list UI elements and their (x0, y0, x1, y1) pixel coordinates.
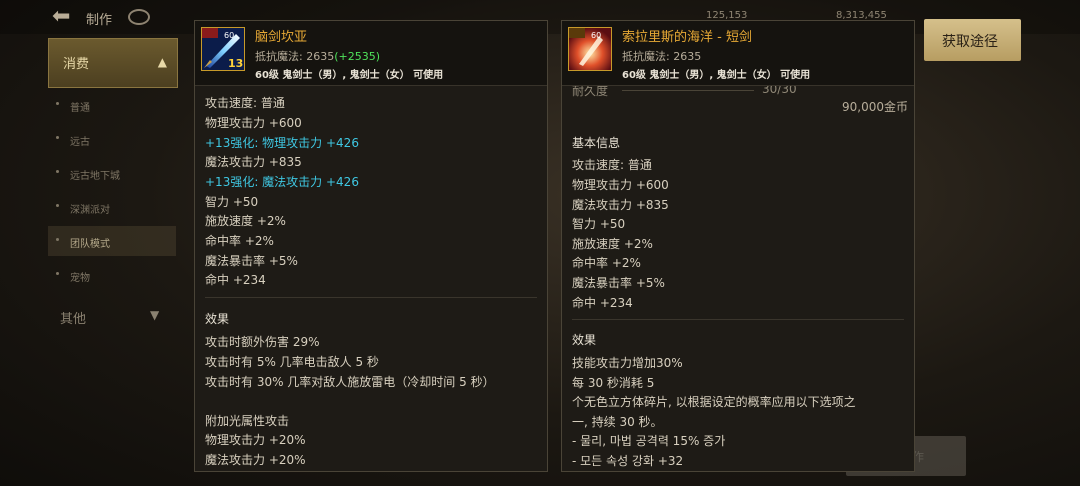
stat-line: 魔法攻击力 +835 (205, 155, 302, 169)
eye-icon[interactable] (128, 9, 150, 25)
sword-icon: 60 13 (201, 27, 245, 71)
sidebar-item[interactable]: 深渊派对 (48, 192, 176, 222)
effect-line: 攻击时有 5% 几率电击敌人 5 秒 (205, 355, 379, 369)
effect-line: 个无色立方体碎片, 以根据设定的概率应用以下选项之 (572, 395, 856, 409)
item-requirement: 60级 鬼剑士（男）, 鬼剑士（女） 可使用 (255, 70, 444, 81)
stat-line: 命中 +234 (205, 273, 266, 287)
stat-line: 魔法暴击率 +5% (572, 276, 665, 290)
durability-value: 30/30 (762, 86, 797, 96)
effect-line: 每 30 秒消耗 5 (572, 376, 655, 390)
svg-text:60: 60 (224, 31, 234, 40)
tooltip-header: 60 13 脑剑坎亚 抵抗魔法: 2635(+2535) 60级 鬼剑士（男）,… (195, 21, 547, 86)
stat-line: 魔法暴击率 +5% (205, 254, 298, 268)
item-name: 脑剑坎亚 (255, 30, 308, 45)
effect-line: 物理攻击力 +20% (205, 433, 306, 447)
divider (205, 297, 537, 298)
stat-line: 攻击速度: 普通 (205, 96, 285, 110)
tooltip-header: 60 索拉里斯的海洋 - 短剑 抵抗魔法: 2635 60级 鬼剑士（男）, 鬼… (562, 21, 914, 86)
effect-title: 效果 (572, 333, 597, 347)
resist-magic: 抵抗魔法: 2635(+2535) (255, 50, 380, 63)
item-requirement: 60级 鬼剑士（男）, 鬼剑士（女） 可使用 (622, 70, 811, 81)
item-tooltip-left: 60 13 脑剑坎亚 抵抗魔法: 2635(+2535) 60级 鬼剑士（男）,… (194, 20, 548, 472)
effect-line: 魔法攻击力 +20% (205, 453, 306, 467)
stat-line-enhance: +13强化: 魔法攻击力 +426 (205, 175, 359, 189)
resist-magic: 抵抗魔法: 2635 (622, 50, 702, 63)
sidebar-item-active[interactable]: 团队模式 (48, 226, 176, 256)
sidebar-category-consume[interactable]: 消费 ▲ (48, 38, 178, 88)
page-title: 制作 (86, 13, 113, 28)
chevron-down-icon[interactable]: ▼ (150, 308, 159, 322)
sidebar-item[interactable]: 宠物 (48, 260, 176, 290)
effect-line: 攻击时有 30% 几率对敌人施放雷电（冷却时间 5 秒） (205, 375, 495, 389)
basic-info-title: 基本信息 (572, 136, 621, 150)
sidebar-category-label: 消费 (63, 57, 90, 72)
effect-line: 附加光属性攻击 (205, 414, 290, 428)
durability-bar (622, 90, 754, 91)
get-path-label: 获取途径 (942, 34, 998, 50)
item-tooltip-right: 60 索拉里斯的海洋 - 短剑 抵抗魔法: 2635 60级 鬼剑士（男）, 鬼… (561, 20, 915, 472)
effect-line: 攻击时额外伤害 29% (205, 335, 320, 349)
stat-line: 施放速度 +2% (572, 237, 653, 251)
durability-label: 耐久度 (572, 86, 609, 98)
back-arrow-icon[interactable]: ⬅ (52, 6, 78, 28)
sidebar-item[interactable]: 普通 (48, 90, 176, 120)
svg-text:13: 13 (228, 57, 243, 70)
item-price: 90,000金币 (842, 100, 908, 114)
stat-line: 智力 +50 (572, 217, 626, 231)
divider (572, 319, 904, 320)
stat-line: 物理攻击力 +600 (205, 116, 302, 130)
effect-line: - 물리, 마법 공격력 15% 증가 (572, 434, 726, 448)
stat-line: 命中率 +2% (205, 234, 274, 248)
sidebar-other-label[interactable]: 其他 (60, 308, 86, 327)
svg-text:60: 60 (591, 31, 601, 40)
tooltip-body: 攻击速度: 普通 物理攻击力 +600 +13强化: 物理攻击力 +426 魔法… (195, 86, 547, 471)
tooltip-body: 耐久度 30/30 90,000金币 基本信息 攻击速度: 普通 物理攻击力 +… (562, 86, 914, 471)
chevron-up-icon: ▲ (157, 55, 167, 69)
sidebar-item[interactable]: 远古 (48, 124, 176, 154)
stat-line-enhance: +13强化: 物理攻击力 +426 (205, 136, 359, 150)
stat-line: 物理攻击力 +600 (572, 178, 669, 192)
effect-line: 一, 持续 30 秒。 (572, 415, 663, 429)
stat-line: 命中率 +2% (572, 256, 641, 270)
item-name: 索拉里斯的海洋 - 短剑 (622, 30, 752, 45)
stat-line: 智力 +50 (205, 195, 259, 209)
effect-title: 效果 (205, 312, 230, 326)
category-sidebar: 消费 ▲ 普通 远古 远古地下城 深渊派对 团队模式 宠物 (48, 38, 178, 338)
sidebar-item[interactable]: 远古地下城 (48, 158, 176, 188)
effect-line: - 모든 속성 강화 +32 (572, 454, 684, 468)
stat-line: 施放速度 +2% (205, 214, 286, 228)
stat-line: 命中 +234 (572, 296, 633, 310)
get-path-button[interactable]: 获取途径 (924, 19, 1021, 61)
stat-line: 魔法攻击力 +835 (572, 198, 669, 212)
dagger-icon: 60 (568, 27, 612, 71)
effect-line: 技能攻击力增加30% (572, 356, 683, 370)
stat-line: 攻击速度: 普通 (572, 158, 652, 172)
